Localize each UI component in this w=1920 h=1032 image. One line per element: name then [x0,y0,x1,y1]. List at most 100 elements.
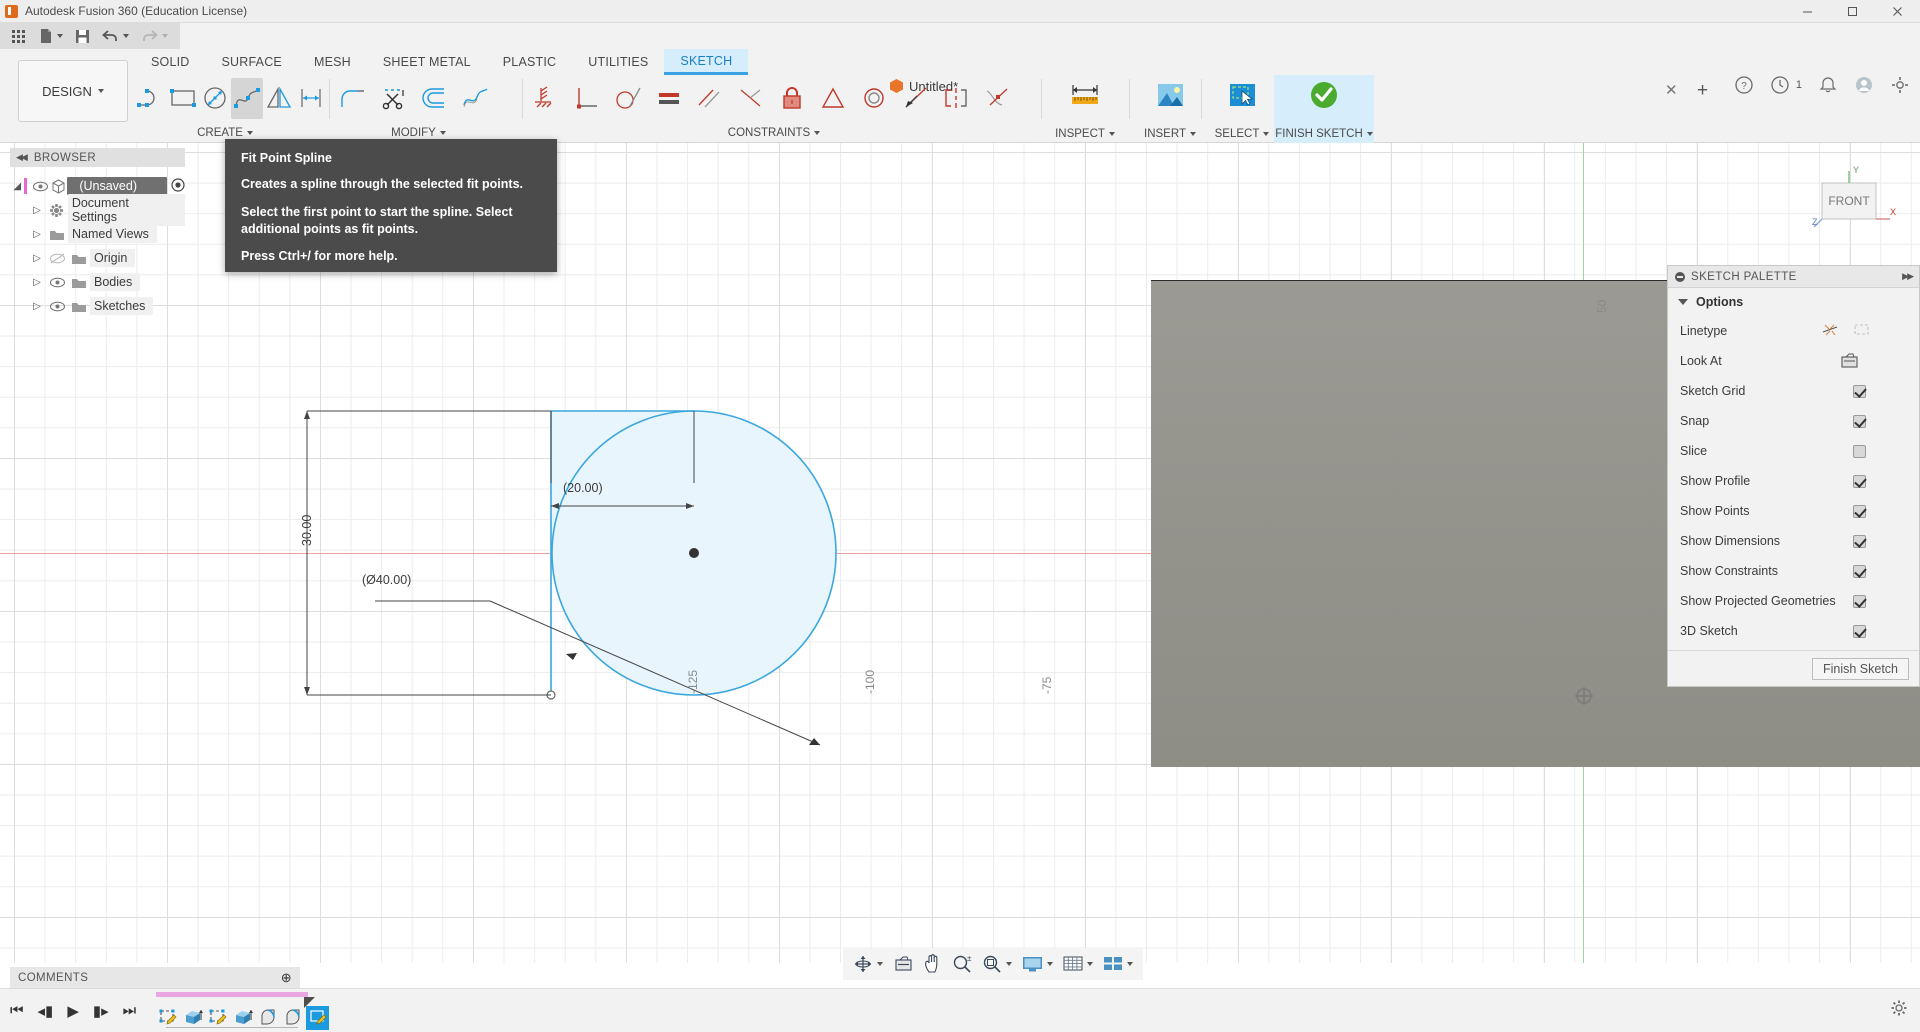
timeline-feature-sketch-3[interactable] [306,1005,330,1030]
zoom-fit-icon[interactable] [978,951,1016,977]
curvature-icon[interactable] [454,78,495,119]
circle-icon[interactable] [199,78,231,119]
symmetry-icon[interactable] [812,78,853,119]
panel-inspect[interactable]: INSPECT [1048,75,1122,143]
fillet-icon[interactable] [331,78,372,119]
dimension-icon[interactable] [295,78,327,119]
viewports-icon[interactable] [1099,951,1137,977]
browser-item-sketches[interactable]: ▷ Sketches [10,294,185,318]
chevron-down-icon[interactable] [1087,962,1093,966]
go-to-start-icon[interactable]: ⏮ [10,1002,24,1019]
look-at-icon[interactable] [889,951,917,977]
palette-row-snap[interactable]: Snap [1668,406,1919,436]
palette-row-look-at[interactable]: Look At [1668,346,1919,376]
panel-constraints-label[interactable]: CONSTRAINTS [525,127,1023,139]
minus-circle-icon[interactable] [1675,271,1685,282]
orbit-icon[interactable] [849,951,887,977]
sketch-grid-checkbox[interactable] [1853,384,1866,398]
palette-row-show-projected-geometries[interactable]: Show Projected Geometries [1668,586,1919,616]
panel-insert[interactable]: INSERT [1133,75,1207,143]
new-file-icon[interactable] [33,23,69,49]
chevron-down-icon[interactable] [1127,962,1133,966]
mirror-icon[interactable] [263,78,295,119]
finish-sketch-button[interactable]: Finish Sketch [1811,657,1909,680]
tab-solid[interactable]: SOLID [135,49,206,75]
chevron-down-icon[interactable] [1047,962,1053,966]
centerline-icon[interactable] [1853,322,1870,340]
view-cube[interactable]: FRONT Y X Z [1804,163,1898,247]
expand-right-icon[interactable]: ▶▶ [1902,271,1914,282]
app-grid-icon[interactable] [6,23,33,49]
trim-icon[interactable] [372,78,413,119]
expand-triangle-icon[interactable]: ▷ [28,229,46,240]
step-forward-icon[interactable]: ▮▸ [93,1002,109,1020]
offset-icon[interactable] [413,78,454,119]
panel-insert-label[interactable]: INSERT [1133,128,1207,140]
fix-lock-icon[interactable] [771,78,812,119]
collapse-left-icon[interactable]: ◀◀ [16,152,28,163]
height-dimension-label[interactable]: 30.00 [300,515,314,546]
zoom-icon[interactable]: ± [948,951,976,977]
maximize-button[interactable] [1830,0,1875,23]
minimize-button[interactable] [1785,0,1830,23]
panel-create-label[interactable]: CREATE [135,127,315,139]
panel-select[interactable]: SELECT [1205,75,1279,143]
expand-triangle-icon[interactable]: ▷ [28,301,46,312]
palette-row-slice[interactable]: Slice [1668,436,1919,466]
display-settings-icon[interactable] [1018,951,1057,977]
palette-row-show-dimensions[interactable]: Show Dimensions [1668,526,1919,556]
show-projected-geometries-checkbox[interactable] [1853,594,1866,608]
browser-item-bodies[interactable]: ▷ Bodies [10,270,185,294]
slice-checkbox[interactable] [1853,444,1866,458]
timeline-settings-gear-icon[interactable] [1890,999,1908,1020]
midpoint-icon[interactable] [730,78,771,119]
chevron-down-icon[interactable] [1006,962,1012,966]
concentric-icon[interactable] [853,78,894,119]
panel-finish-sketch-label[interactable]: FINISH SKETCH [1274,128,1374,140]
mirror-constraint-icon[interactable] [935,78,976,119]
tab-utilities[interactable]: UTILITIES [572,49,664,75]
show-profile-checkbox[interactable] [1853,474,1866,488]
pan-icon[interactable] [919,951,946,977]
save-icon[interactable] [69,23,96,49]
tab-sketch[interactable]: SKETCH [664,49,749,75]
panel-select-label[interactable]: SELECT [1205,128,1279,140]
tangent-icon[interactable] [607,78,648,119]
tab-surface[interactable]: SURFACE [206,49,298,75]
panel-inspect-label[interactable]: INSPECT [1048,128,1122,140]
panel-modify-label[interactable]: MODIFY [331,127,506,139]
undo-icon[interactable] [96,23,135,49]
expand-triangle-icon[interactable]: ◢ [10,181,24,192]
parallel-icon[interactable] [689,78,730,119]
tab-mesh[interactable]: MESH [298,49,367,75]
visibility-eye-icon[interactable] [32,181,50,192]
rectangle-icon[interactable] [167,78,199,119]
visibility-eye-icon[interactable] [46,277,68,288]
redo-icon[interactable] [135,23,174,49]
show-constraints-checkbox[interactable] [1853,564,1866,578]
sketch-palette-header[interactable]: SKETCH PALETTE ▶▶ [1668,266,1919,288]
tab-plastic[interactable]: PLASTIC [487,49,573,75]
expand-triangle-icon[interactable]: ▷ [28,277,46,288]
equal-icon[interactable] [648,78,689,119]
show-dimensions-checkbox[interactable] [1853,534,1866,548]
show-points-checkbox[interactable] [1853,504,1866,518]
palette-row-linetype[interactable]: Linetype [1668,316,1919,346]
perpendicular-icon[interactable] [566,78,607,119]
palette-row-show-constraints[interactable]: Show Constraints [1668,556,1919,586]
browser-header[interactable]: ◀◀ BROWSER [10,148,185,167]
target-icon[interactable] [171,177,185,195]
construction-line-icon[interactable] [1822,322,1839,340]
collinear-icon[interactable] [894,78,935,119]
timeline-end-marker-icon[interactable] [304,996,316,1008]
width-dimension-label[interactable]: (20.00) [563,481,603,495]
visibility-eye-off-icon[interactable] [46,253,68,264]
browser-item-document-settings[interactable]: ▷ Document Settings [10,194,185,226]
grid-snaps-icon[interactable] [1059,951,1097,977]
panel-finish-sketch[interactable]: FINISH SKETCH [1274,75,1374,143]
fit-point-spline-icon[interactable] [231,77,263,119]
add-comment-icon[interactable]: ⊕ [281,970,292,986]
3d-sketch-checkbox[interactable] [1853,624,1866,638]
look-at-icon[interactable] [1840,353,1859,369]
close-button[interactable] [1875,0,1920,23]
